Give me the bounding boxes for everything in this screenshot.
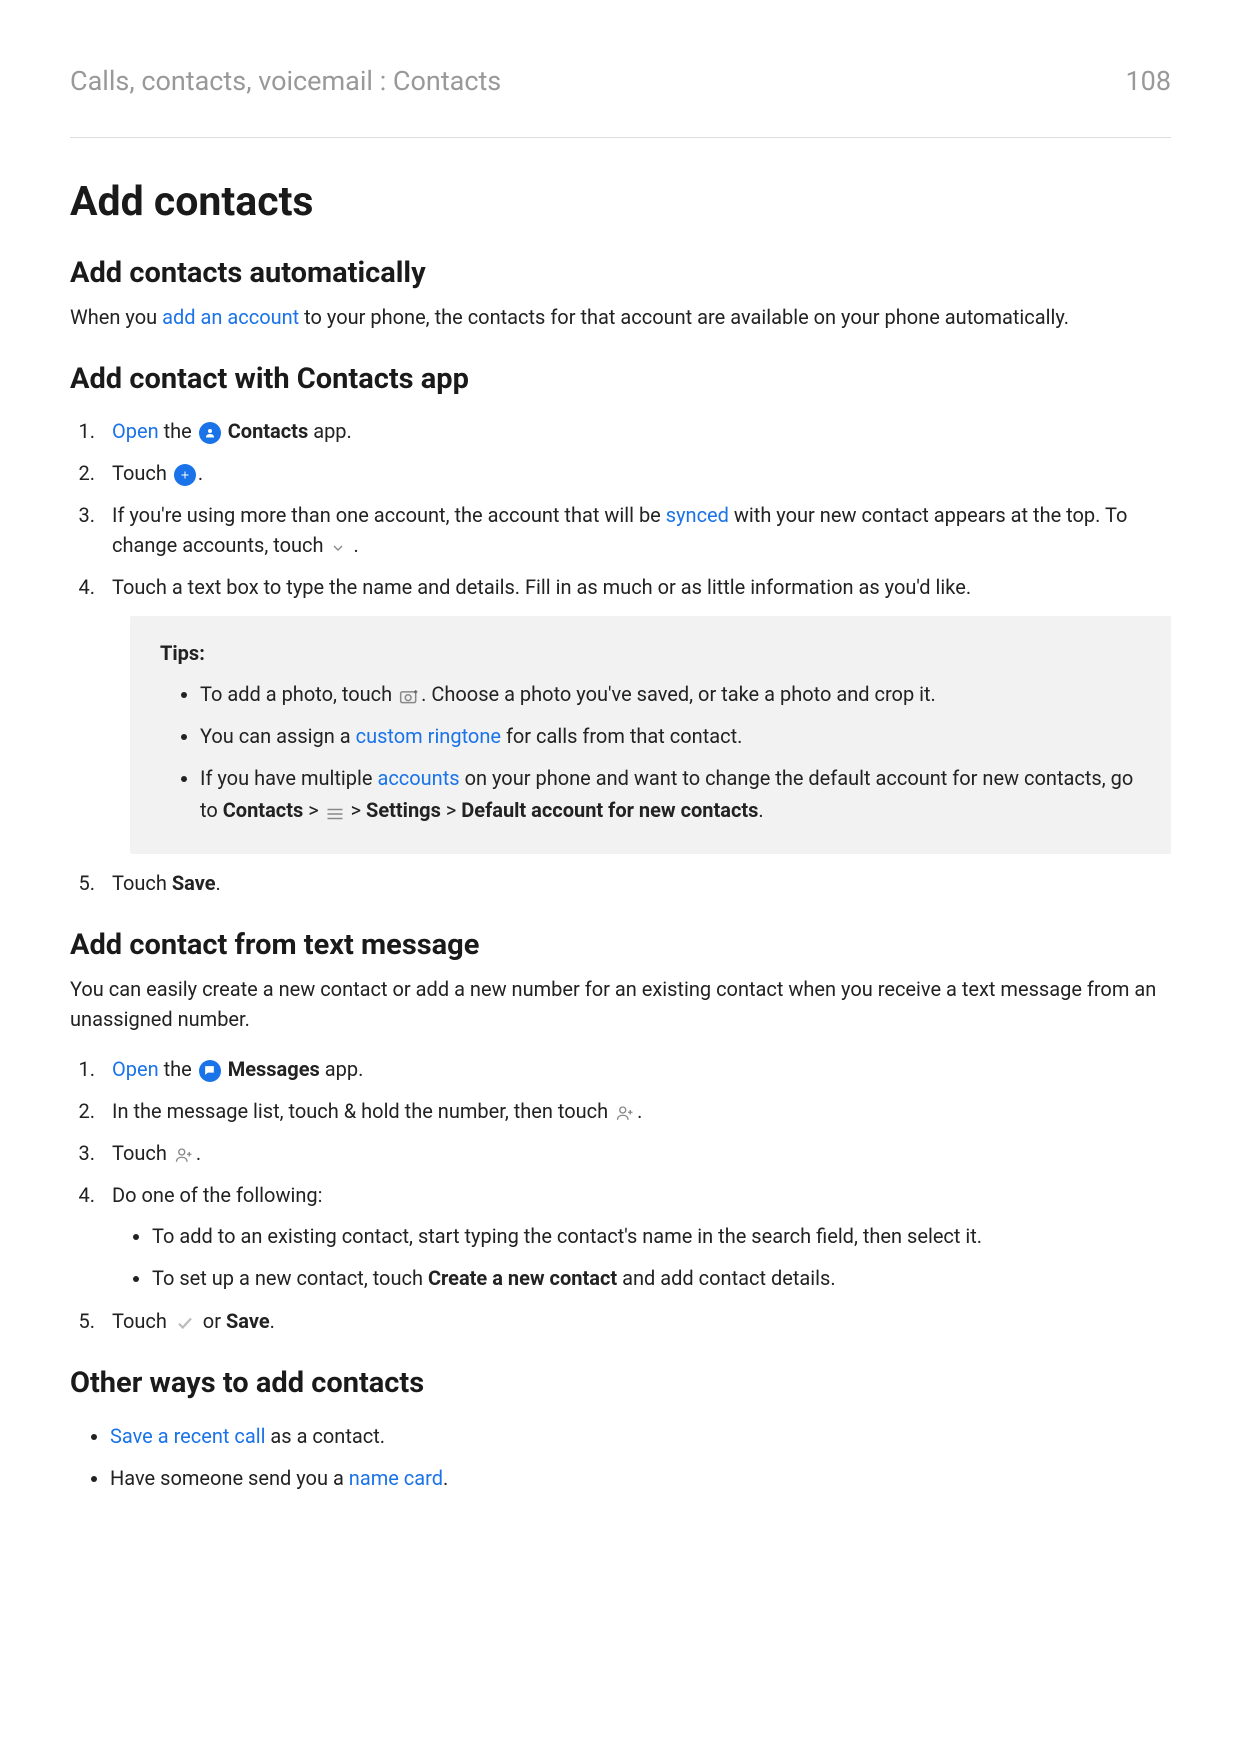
other-item-1: Save a recent call as a contact. bbox=[110, 1420, 1171, 1452]
app-step-2: Touch . bbox=[100, 458, 1171, 488]
other-list: Save a recent call as a contact. Have so… bbox=[70, 1420, 1171, 1494]
accounts-link[interactable]: accounts bbox=[377, 766, 459, 790]
msg-step-3: Touch . bbox=[100, 1138, 1171, 1168]
tips-title: Tips: bbox=[160, 638, 1149, 668]
msg-intro: You can easily create a new contact or a… bbox=[70, 974, 1171, 1034]
person-add-icon bbox=[615, 1104, 635, 1122]
add-photo-icon bbox=[399, 687, 419, 705]
add-account-link[interactable]: add an account bbox=[162, 305, 299, 329]
contacts-app-icon bbox=[199, 422, 221, 444]
tip-photo: To add a photo, touch . Choose a photo y… bbox=[200, 678, 1149, 710]
messages-app-icon bbox=[199, 1060, 221, 1082]
page-number: 108 bbox=[1125, 65, 1171, 97]
app-step-5: Touch Save. bbox=[100, 868, 1171, 898]
custom-ringtone-link[interactable]: custom ringtone bbox=[356, 724, 501, 748]
app-steps: Open the Contacts app. Touch . If you're… bbox=[70, 416, 1171, 898]
add-contact-fab-icon bbox=[174, 464, 196, 486]
msg-step-1: Open the Messages app. bbox=[100, 1054, 1171, 1084]
chevron-down-icon bbox=[330, 540, 346, 556]
tips-list: To add a photo, touch . Choose a photo y… bbox=[152, 678, 1149, 826]
auto-paragraph: When you add an account to your phone, t… bbox=[70, 302, 1171, 332]
msg-steps: Open the Messages app. In the message li… bbox=[70, 1054, 1171, 1336]
tip-default-account: If you have multiple accounts on your ph… bbox=[200, 762, 1149, 826]
msg-step-4-options: To add to an existing contact, start typ… bbox=[112, 1220, 1171, 1294]
app-step-4: Touch a text box to type the name and de… bbox=[100, 572, 1171, 602]
app-step-1: Open the Contacts app. bbox=[100, 416, 1171, 446]
section-heading-msg: Add contact from text message bbox=[70, 928, 1171, 962]
page-title: Add contacts bbox=[70, 178, 1171, 226]
section-heading-app: Add contact with Contacts app bbox=[70, 362, 1171, 396]
open-link-2[interactable]: Open bbox=[112, 1057, 159, 1081]
person-add-icon-2 bbox=[174, 1146, 194, 1164]
checkmark-icon bbox=[174, 1314, 196, 1332]
other-item-2: Have someone send you a name card. bbox=[110, 1462, 1171, 1494]
section-heading-auto: Add contacts automatically bbox=[70, 256, 1171, 290]
hamburger-icon bbox=[326, 807, 344, 821]
msg-step-2: In the message list, touch & hold the nu… bbox=[100, 1096, 1171, 1126]
open-link[interactable]: Open bbox=[112, 419, 159, 443]
section-heading-other: Other ways to add contacts bbox=[70, 1366, 1171, 1400]
page-header: Calls, contacts, voicemail : Contacts 10… bbox=[70, 65, 1171, 138]
save-recent-call-link[interactable]: Save a recent call bbox=[110, 1424, 265, 1448]
breadcrumb: Calls, contacts, voicemail : Contacts bbox=[70, 65, 501, 97]
msg-step-4-opt2: To set up a new contact, touch Create a … bbox=[152, 1262, 1171, 1294]
tip-ringtone: You can assign a custom ringtone for cal… bbox=[200, 720, 1149, 752]
name-card-link[interactable]: name card bbox=[349, 1466, 443, 1490]
synced-link[interactable]: synced bbox=[666, 503, 729, 527]
tips-box: Tips: To add a photo, touch . Choose a p… bbox=[130, 616, 1171, 854]
msg-step-4: Do one of the following: To add to an ex… bbox=[100, 1180, 1171, 1294]
app-step-3: If you're using more than one account, t… bbox=[100, 500, 1171, 560]
msg-step-4-opt1: To add to an existing contact, start typ… bbox=[152, 1220, 1171, 1252]
help-page: Calls, contacts, voicemail : Contacts 10… bbox=[0, 0, 1241, 1754]
msg-step-5: Touch or Save. bbox=[100, 1306, 1171, 1336]
